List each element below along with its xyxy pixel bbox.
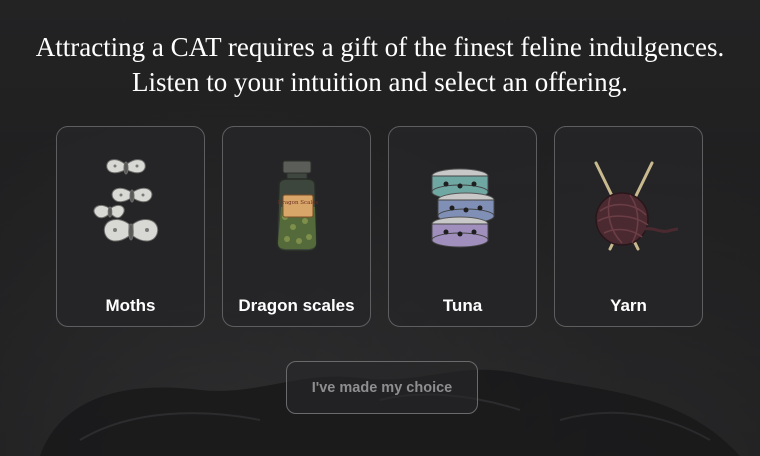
prompt-line-1: Attracting a CAT requires a gift of the … — [35, 32, 725, 62]
offering-label: Tuna — [442, 296, 483, 315]
offering-label: Moths — [105, 296, 156, 315]
offering-card-yarn[interactable]: Yarn — [554, 126, 703, 327]
offering-card-tuna[interactable]: Tuna — [388, 126, 537, 327]
offering-label: Yarn — [610, 296, 647, 315]
jar-icon: Dragon Scales — [223, 147, 372, 267]
offering-card-moths[interactable]: Moths — [56, 126, 205, 327]
tuna-cans-icon — [389, 147, 538, 267]
jar-label-text: Dragon Scales — [277, 200, 318, 206]
offering-card-dragon-scales[interactable]: Dragon Scales Dragon scales — [222, 126, 371, 327]
offering-label: Dragon scales — [238, 296, 355, 315]
moths-icon — [57, 147, 206, 267]
prompt-line-2: Listen to your intuition and select an o… — [132, 67, 628, 97]
yarn-icon — [555, 147, 704, 267]
offering-prompt: Attracting a CAT requires a gift of the … — [0, 30, 760, 100]
confirm-choice-button[interactable]: I've made my choice — [286, 361, 478, 414]
offering-options: Moths Dragon Scales Dragon scales Tuna Y… — [56, 126, 703, 327]
